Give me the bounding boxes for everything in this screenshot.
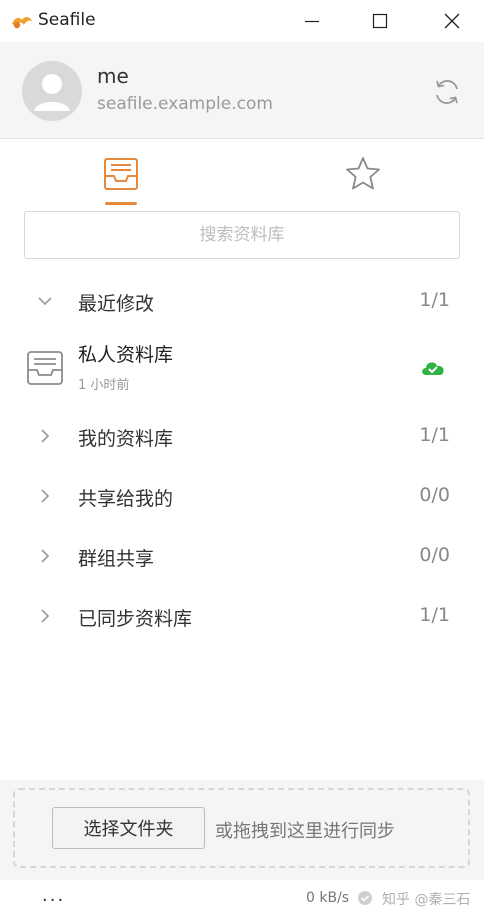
repo-name: 私人资料库 bbox=[78, 344, 174, 366]
user-silhouette-icon bbox=[34, 74, 70, 111]
category-label: 已同步资料库 bbox=[78, 608, 193, 630]
chevron-right-icon bbox=[34, 605, 56, 627]
cloud-check-icon bbox=[422, 362, 444, 375]
watermark: 知乎 @秦三石 bbox=[382, 892, 471, 908]
category-group-shares[interactable]: 群组共享 0/0 bbox=[0, 534, 484, 578]
choose-folder-button[interactable]: 选择文件夹 bbox=[52, 807, 205, 849]
drop-hint: 或拖拽到这里进行同步 bbox=[215, 821, 395, 842]
repo-modified-time: 1 小时前 bbox=[78, 378, 130, 393]
category-label: 我的资料库 bbox=[78, 428, 174, 450]
refresh-button[interactable] bbox=[430, 76, 464, 108]
title-bar: Seafile bbox=[0, 0, 484, 42]
chevron-right-icon bbox=[34, 545, 56, 567]
repo-item[interactable]: 私人资料库 1 小时前 bbox=[0, 336, 484, 398]
active-tab-indicator bbox=[105, 202, 137, 205]
search-input[interactable] bbox=[24, 211, 460, 259]
category-count: 0/0 bbox=[419, 544, 450, 566]
close-button[interactable] bbox=[424, 0, 480, 42]
tab-starred[interactable] bbox=[332, 140, 394, 208]
category-label: 群组共享 bbox=[78, 548, 155, 570]
category-count: 1/1 bbox=[419, 424, 450, 446]
transfer-rate: 0 kB/s bbox=[306, 890, 350, 906]
library-icon bbox=[27, 351, 63, 385]
avatar[interactable] bbox=[22, 61, 82, 121]
tab-repos[interactable] bbox=[90, 140, 152, 208]
category-shared-with-me[interactable]: 共享给我的 0/0 bbox=[0, 474, 484, 518]
category-label: 共享给我的 bbox=[78, 488, 174, 510]
star-icon bbox=[346, 157, 380, 190]
status-bar: ... 0 kB/s 知乎 @秦三石 bbox=[0, 880, 484, 919]
category-synced-libraries[interactable]: 已同步资料库 1/1 bbox=[0, 594, 484, 638]
category-count: 1/1 bbox=[419, 289, 450, 311]
network-status-icon bbox=[358, 891, 372, 905]
minimize-button[interactable] bbox=[284, 0, 340, 42]
minimize-icon bbox=[305, 20, 319, 23]
tab-bar bbox=[0, 140, 484, 208]
chevron-down-icon bbox=[34, 290, 56, 312]
chevron-right-icon bbox=[34, 485, 56, 507]
category-label: 最近修改 bbox=[78, 293, 155, 315]
inbox-tray-icon bbox=[104, 158, 138, 190]
category-my-libraries[interactable]: 我的资料库 1/1 bbox=[0, 414, 484, 458]
account-name: me bbox=[97, 64, 129, 88]
close-icon bbox=[444, 13, 460, 29]
account-server: seafile.example.com bbox=[97, 94, 273, 114]
more-menu-button[interactable]: ... bbox=[42, 885, 65, 906]
refresh-icon bbox=[436, 80, 458, 104]
category-recent[interactable]: 最近修改 1/1 bbox=[0, 279, 484, 323]
chevron-right-icon bbox=[34, 425, 56, 447]
category-count: 1/1 bbox=[419, 604, 450, 626]
maximize-icon bbox=[372, 13, 388, 29]
seafile-logo-icon bbox=[12, 17, 32, 29]
app-title: Seafile bbox=[38, 10, 96, 30]
category-count: 0/0 bbox=[419, 484, 450, 506]
account-header: me seafile.example.com bbox=[0, 42, 484, 139]
maximize-button[interactable] bbox=[352, 0, 408, 42]
